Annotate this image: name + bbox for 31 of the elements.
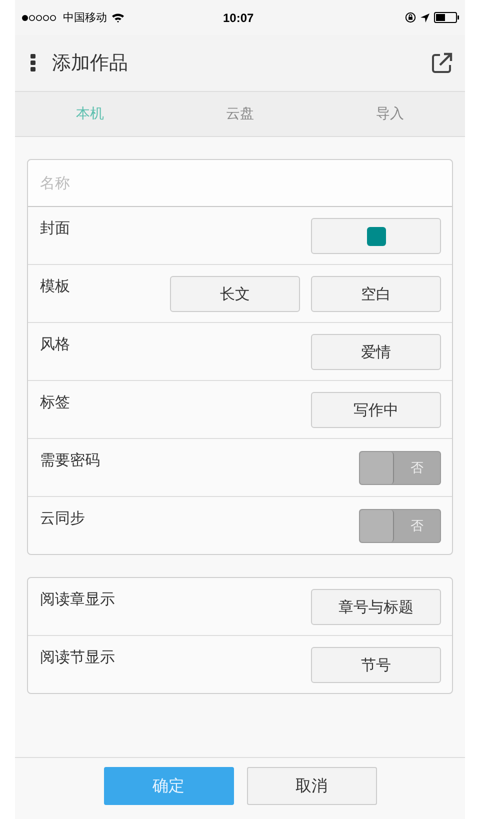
option-button[interactable]: 写作中 (311, 392, 441, 428)
cover-button[interactable] (311, 218, 441, 254)
toggle-text: 否 (410, 518, 424, 535)
option-button[interactable]: 节号 (311, 647, 441, 683)
option-button[interactable]: 章号与标题 (311, 589, 441, 625)
share-button[interactable] (429, 50, 455, 76)
menu-icon (30, 54, 36, 72)
share-icon (431, 52, 453, 74)
page-title: 添加作品 (52, 51, 129, 76)
setting-label: 模板 (40, 277, 70, 297)
setting-label: 封面 (40, 219, 70, 239)
setting-label: 风格 (40, 335, 70, 355)
carrier-name: 中国移动 (63, 10, 107, 25)
option-button[interactable]: 空白 (311, 276, 441, 312)
name-field[interactable]: 名称 (28, 160, 452, 207)
setting-label: 阅读节显示 (40, 648, 115, 668)
status-time: 10:07 (223, 10, 254, 24)
toggle-text: 否 (410, 460, 424, 477)
option-button[interactable]: 长文 (170, 276, 300, 312)
setting-label: 需要密码 (40, 451, 100, 471)
setting-label: 标签 (40, 393, 70, 413)
setting-label: 阅读章显示 (40, 590, 115, 610)
cancel-button[interactable]: 取消 (246, 767, 376, 805)
option-button[interactable]: 爱情 (311, 334, 441, 370)
signal-icon (21, 14, 59, 22)
location-arrow-icon (420, 12, 430, 22)
setting-label: 云同步 (40, 509, 85, 529)
battery-icon (434, 12, 460, 23)
wifi-icon (111, 12, 125, 23)
rotation-lock-icon (405, 12, 416, 23)
menu-button[interactable] (28, 52, 38, 74)
